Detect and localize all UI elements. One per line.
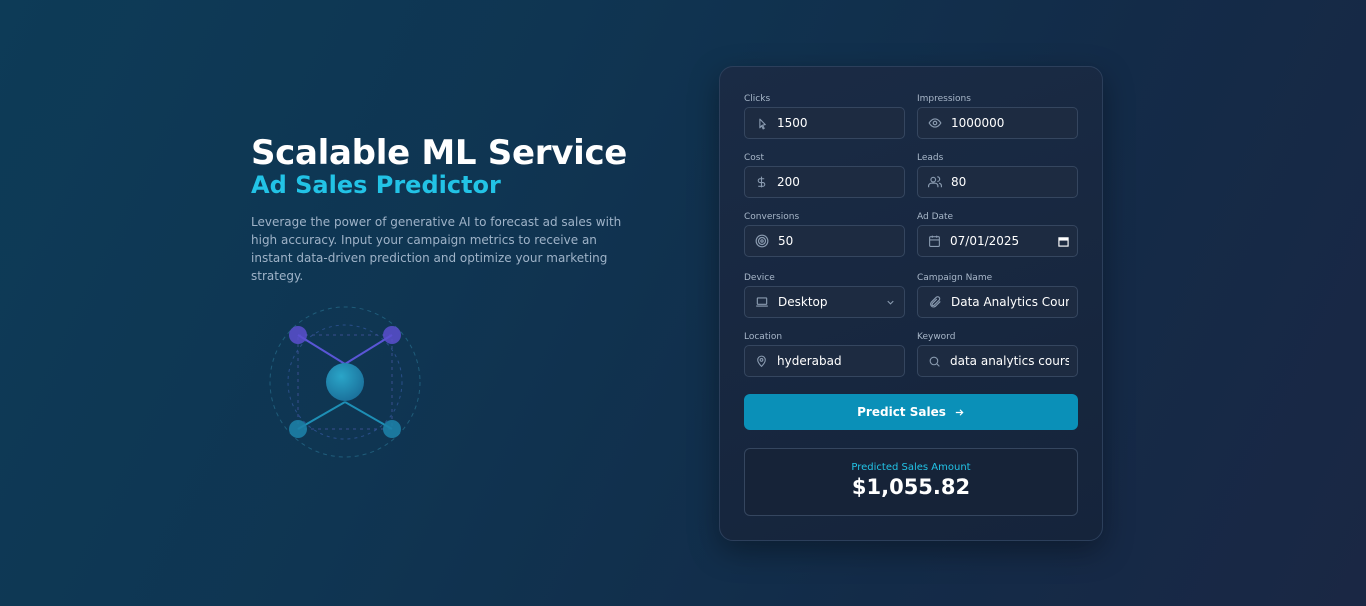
clicks-value: 1500 (777, 116, 808, 130)
leads-value: 80 (951, 175, 967, 189)
map-pin-icon (757, 355, 766, 368)
cost-field: Cost 200 (744, 152, 905, 198)
hero-section: Scalable ML Service Ad Sales Predictor L… (251, 133, 651, 285)
device-field: Device Desktop (744, 272, 905, 318)
cost-label: Cost (744, 153, 765, 163)
paperclip-icon (930, 296, 941, 308)
device-value: Desktop (778, 295, 828, 309)
cost-input[interactable]: 200 (744, 166, 905, 198)
hero-title: Scalable ML Service (251, 133, 628, 173)
leads-input[interactable]: 80 (917, 166, 1078, 198)
location-value: hyderabad (777, 354, 842, 368)
date-picker-icon[interactable] (1058, 236, 1069, 247)
chevron-down-icon[interactable] (885, 297, 896, 308)
clicks-label: Clicks (744, 94, 771, 104)
clicks-input[interactable]: 1500 (744, 107, 905, 139)
impressions-value: 1000000 (951, 116, 1005, 130)
result-value: $1,055.82 (851, 475, 971, 499)
users-icon (928, 176, 942, 188)
clicks-field: Clicks 1500 (744, 93, 905, 139)
dollar-icon (757, 176, 766, 188)
hero-subtitle: Ad Sales Predictor (251, 171, 501, 199)
leads-field: Leads 80 (917, 152, 1078, 198)
keyword-field: Keyword data analytics course (917, 331, 1078, 377)
conversions-input[interactable]: 50 (744, 225, 905, 257)
campaign-name-input[interactable]: Data Analytics Course (917, 286, 1078, 318)
hero-description: Leverage the power of generative AI to f… (251, 215, 622, 283)
eye-icon (928, 118, 942, 128)
leads-label: Leads (917, 153, 944, 163)
impressions-input[interactable]: 1000000 (917, 107, 1078, 139)
conversions-field: Conversions 50 (744, 211, 905, 257)
prediction-form-card: Clicks 1500 Impressions 1000000 Cost 200… (719, 66, 1103, 541)
ad-date-label: Ad Date (917, 212, 954, 222)
location-field: Location hyderabad (744, 331, 905, 377)
network-graph-icon (269, 306, 421, 458)
impressions-label: Impressions (917, 94, 971, 104)
ad-date-input[interactable]: 07/01/2025 (917, 225, 1078, 257)
device-select[interactable]: Desktop (744, 286, 905, 318)
conversions-value: 50 (778, 234, 794, 248)
device-label: Device (744, 273, 775, 283)
location-input[interactable]: hyderabad (744, 345, 905, 377)
pointer-icon (759, 118, 766, 129)
predict-sales-label: Predict Sales (857, 405, 946, 419)
ad-date-value: 07/01/2025 (950, 234, 1020, 248)
location-label: Location (744, 332, 783, 342)
calendar-icon (929, 235, 940, 247)
ad-date-field: Ad Date 07/01/2025 (917, 211, 1078, 257)
campaign-name-label: Campaign Name (917, 273, 993, 283)
keyword-value: data analytics course (950, 354, 1069, 368)
prediction-result-box: Predicted Sales Amount $1,055.82 (744, 448, 1078, 516)
arrow-right-icon (955, 408, 964, 416)
keyword-label: Keyword (917, 332, 956, 342)
impressions-field: Impressions 1000000 (917, 93, 1078, 139)
result-label: Predicted Sales Amount (851, 462, 971, 473)
predict-sales-button[interactable]: Predict Sales (744, 394, 1078, 430)
keyword-input[interactable]: data analytics course (917, 345, 1078, 377)
conversions-label: Conversions (744, 212, 800, 222)
network-illustration (265, 302, 425, 462)
campaign-name-field: Campaign Name Data Analytics Course (917, 272, 1078, 318)
campaign-name-value: Data Analytics Course (951, 295, 1069, 309)
cost-value: 200 (777, 175, 800, 189)
laptop-icon (756, 297, 768, 307)
target-icon (755, 234, 769, 248)
search-icon (929, 356, 940, 367)
